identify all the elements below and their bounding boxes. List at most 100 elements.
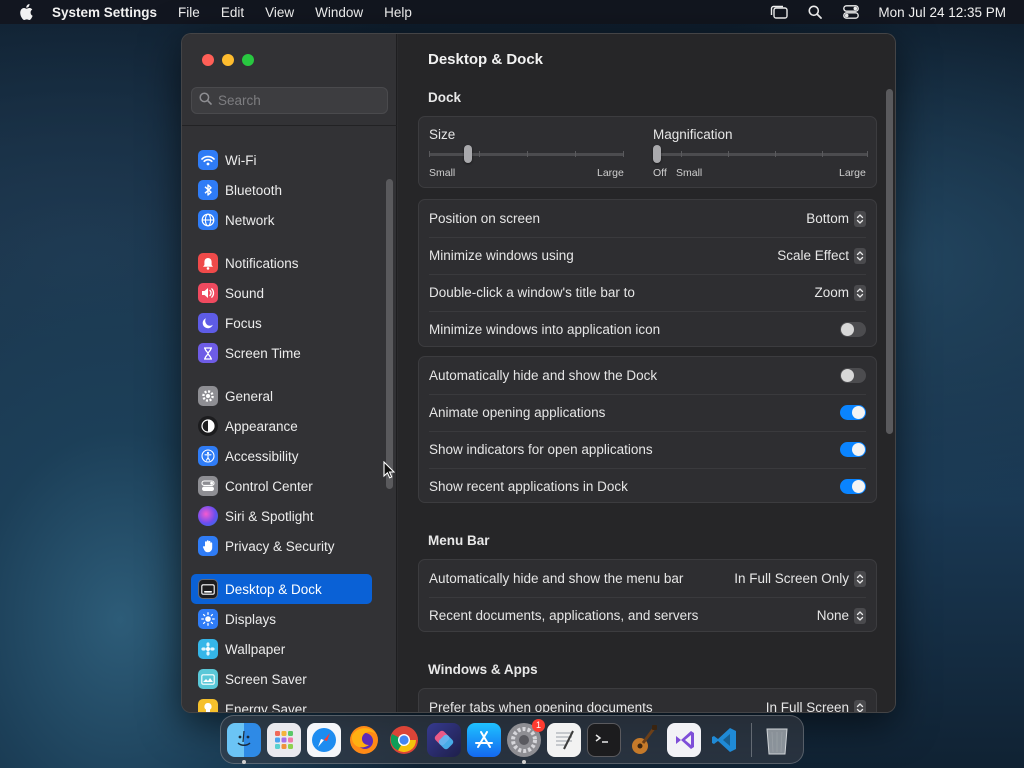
spotlight-search-icon[interactable] [806,4,824,20]
sidebar-item-displays[interactable]: Displays [191,604,372,634]
trash-icon[interactable] [760,723,794,757]
size-slider-knob[interactable] [464,145,472,163]
menu-window[interactable]: Window [315,5,363,20]
stage-manager-icon[interactable] [770,4,789,20]
sidebar-item-label: Wi-Fi [225,152,257,168]
control-center-icon[interactable] [842,4,860,20]
bell-icon [198,253,218,273]
firefox-icon[interactable] [347,723,381,757]
chevron-up-down-icon [854,607,866,624]
sidebar-item-sound[interactable]: Sound [191,278,372,308]
prefer-tabs-popup-button[interactable]: In Full Screen [766,699,866,712]
slider-tick [867,151,868,157]
sidebar-item-notifications[interactable]: Notifications [191,248,372,278]
show-indicators-toggle[interactable] [840,442,866,457]
search-field[interactable] [191,87,388,114]
sidebar-item-label: Network [225,212,275,228]
popup-value: Zoom [814,285,849,300]
auto-hide-menu-bar-popup-button[interactable]: In Full Screen Only [734,570,866,587]
magnification-slider-track[interactable] [653,153,868,156]
vscode-icon[interactable] [707,723,741,757]
textedit-icon[interactable] [547,722,581,757]
chevron-up-down-icon [854,699,866,712]
sidebar-scrollbar[interactable] [386,179,393,489]
content-scrollbar[interactable] [886,89,893,434]
running-indicator [522,759,526,764]
minimize-window-button[interactable] [222,54,234,66]
sidebar-item-network[interactable]: Network [191,205,372,235]
sidebar-item-label: Screen Time [225,345,301,361]
menu-file[interactable]: File [178,5,200,20]
magnification-slider-knob[interactable] [653,145,661,163]
sidebar-item-siri-spotlight[interactable]: Siri & Spotlight [191,501,372,531]
slider-tick [527,151,528,157]
row-label: Show recent applications in Dock [429,479,628,494]
finder-icon[interactable] [227,722,261,764]
row-label: Automatically hide and show the menu bar [429,571,684,586]
menu-app-name[interactable]: System Settings [52,5,157,20]
sidebar-item-label: Desktop & Dock [225,581,322,597]
sidebar-item-privacy-security[interactable]: Privacy & Security [191,531,372,561]
sidebar-item-bluetooth[interactable]: Bluetooth [191,175,372,205]
sidebar-item-appearance[interactable]: Appearance [191,411,372,441]
guitar-icon[interactable] [627,723,661,757]
dock-behavior-group: Automatically hide and show the Dock Ani… [418,356,877,503]
show-recent-apps-toggle[interactable] [840,479,866,494]
sidebar: Wi-Fi Bluetooth Network No [182,34,397,712]
menu-help[interactable]: Help [384,5,412,20]
sidebar-item-general[interactable]: General [191,381,372,411]
row-label: Minimize windows using [429,248,574,263]
terminal-icon[interactable] [587,722,621,757]
sidebar-item-desktop-dock[interactable]: Desktop & Dock [191,574,372,604]
windows-apps-group: Prefer tabs when opening documents In Fu… [418,688,877,712]
chevron-up-down-icon [854,570,866,587]
dock-options-group: Position on screen Bottom Minimize windo… [418,199,877,347]
apple-menu-icon[interactable] [0,4,52,20]
menu-edit[interactable]: Edit [221,5,244,20]
popup-value: Scale Effect [777,248,849,263]
chrome-icon[interactable] [387,723,421,757]
sidebar-item-screen-time[interactable]: Screen Time [191,338,372,368]
appearance-icon [198,416,218,436]
launchpad-icon[interactable] [267,722,301,757]
magnification-label: Magnification [653,127,733,142]
system-settings-icon[interactable]: 1 [507,718,545,764]
recent-items-popup-button[interactable]: None [817,607,866,624]
search-input[interactable] [218,93,378,108]
accessibility-icon [198,446,218,466]
row-label: Animate opening applications [429,405,606,420]
visual-studio-icon[interactable] [667,722,701,757]
zoom-window-button[interactable] [242,54,254,66]
sidebar-item-wallpaper[interactable]: Wallpaper [191,634,372,664]
shortcuts-icon[interactable] [427,722,461,757]
menu-clock[interactable]: Mon Jul 24 12:35 PM [878,5,1006,20]
section-title-menu-bar: Menu Bar [428,533,490,548]
sidebar-item-energy-saver[interactable]: Energy Saver [191,694,372,712]
popup-value: Bottom [806,211,849,226]
sidebar-item-label: Notifications [225,255,299,271]
close-window-button[interactable] [202,54,214,66]
row-label: Position on screen [429,211,541,226]
row-label: Double-click a window's title bar to [429,285,635,300]
animate-opening-toggle[interactable] [840,405,866,420]
sidebar-item-wifi[interactable]: Wi-Fi [191,145,372,175]
sidebar-item-label: Appearance [225,418,298,434]
speaker-icon [198,283,218,303]
running-indicator [242,759,246,764]
double-click-action-popup-button[interactable]: Zoom [814,284,866,301]
minimize-effect-popup-button[interactable]: Scale Effect [777,247,866,264]
minimize-into-app-icon-toggle[interactable] [840,322,866,337]
sidebar-item-screen-saver[interactable]: Screen Saver [191,664,372,694]
sidebar-item-accessibility[interactable]: Accessibility [191,441,372,471]
position-popup-button[interactable]: Bottom [806,210,866,227]
dock-size-group: Size Small Large Magnification Off Small… [418,116,877,188]
app-store-icon[interactable] [467,722,501,757]
menu-view[interactable]: View [265,5,294,20]
recent-items-row: Recent documents, applications, and serv… [419,597,876,634]
wifi-icon [198,150,218,170]
safari-icon[interactable] [307,722,341,757]
auto-hide-dock-toggle[interactable] [840,368,866,383]
sidebar-item-focus[interactable]: Focus [191,308,372,338]
sidebar-item-label: Control Center [225,478,313,494]
sidebar-item-control-center[interactable]: Control Center [191,471,372,501]
